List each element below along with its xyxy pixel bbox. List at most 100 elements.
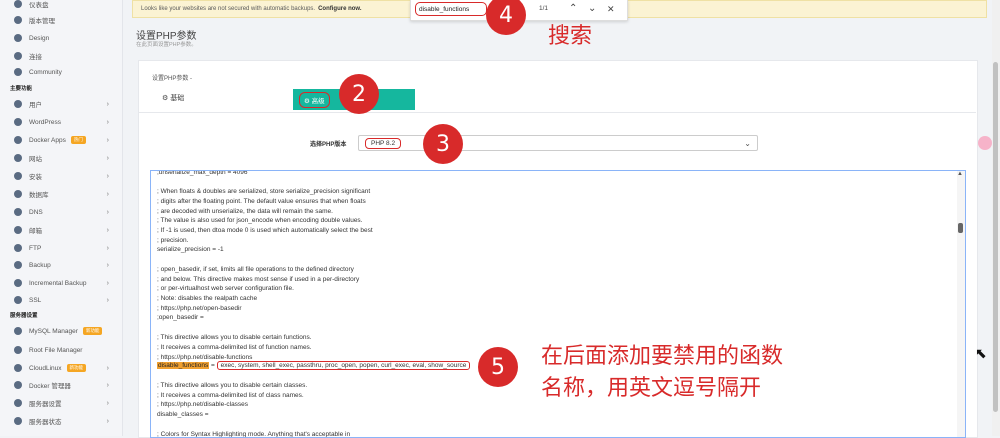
code-line: ; and below. This directive makes most s… [157, 276, 360, 283]
sidebar-item-label: FTP [29, 244, 42, 252]
sidebar-item-label: Backup [29, 261, 51, 269]
dashboard-icon [14, 0, 22, 8]
sidebar-item[interactable]: Incremental Backup › [0, 275, 122, 291]
sidebar-item[interactable]: Docker 管理器 › [0, 377, 122, 393]
docker-icon [14, 136, 22, 144]
sidebar-badge: 新功能 [82, 327, 103, 335]
sidebar-item[interactable]: 邮箱 › [0, 222, 122, 238]
sidebar-item[interactable]: 版本管理 [0, 12, 122, 28]
sidebar-badge: 热门 [70, 136, 86, 144]
sidebar-item-label: DNS [29, 208, 43, 216]
docker-manager-icon [14, 381, 22, 389]
mouse-cursor-icon: ⬉ [975, 345, 987, 361]
mail-icon [14, 226, 22, 234]
sidebar-item[interactable]: Docker Apps 热门 › [0, 132, 122, 148]
scroll-up-icon[interactable]: ▲ [957, 171, 963, 177]
sidebar-item[interactable]: Design [0, 30, 122, 46]
sidebar-item-label: 连接 [29, 54, 42, 61]
sidebar-item-label: 仪表盘 [29, 2, 49, 9]
sidebar-item[interactable]: Backup › [0, 257, 122, 273]
chevron-right-icon: › [106, 118, 109, 126]
code-line: ; This directive allows you to disable c… [157, 382, 308, 389]
sidebar-item[interactable]: MySQL Manager 新功能 [0, 323, 122, 339]
install-icon [14, 172, 22, 180]
editor-scrollbar[interactable]: ▲ [957, 171, 965, 437]
configure-now-link[interactable]: Configure now. [318, 6, 361, 12]
gear-icon: ⚙ [304, 97, 310, 105]
sidebar-item[interactable]: FTP › [0, 240, 122, 256]
disable-functions-line: disable_functions = exec, system, shell_… [157, 361, 471, 370]
dns-icon [14, 208, 22, 216]
tab-basic-label: 基础 [170, 95, 185, 102]
sidebar-item[interactable]: 服务器设置 › [0, 395, 122, 411]
sidebar-item[interactable]: 网站 › [0, 150, 122, 166]
code-line: ; https://php.net/disable-functions [157, 354, 253, 361]
php-version-select[interactable]: PHP 8.2 ⌄ [358, 135, 758, 151]
notice-text: Looks like your websites are not secured… [141, 6, 316, 12]
sidebar-section-heading: 服务器设置 [10, 313, 38, 319]
chevron-right-icon: › [106, 208, 109, 216]
page-scrollbar[interactable] [992, 0, 1000, 436]
globe-icon [14, 154, 22, 162]
sidebar-item-label: Docker 管理器 [29, 383, 71, 390]
card-header: 设置PHP参数 - [152, 76, 193, 82]
sidebar-item-label: 数据库 [29, 192, 49, 199]
code-line: disable_classes = [157, 411, 209, 418]
database-icon [14, 190, 22, 198]
step-3-marker: 3 [423, 124, 463, 164]
chevron-right-icon: › [106, 154, 109, 162]
tab-advanced-label: 高级 [311, 97, 325, 105]
page-scroll-thumb[interactable] [993, 62, 998, 412]
sidebar-item-label: 服务器设置 [29, 401, 62, 408]
tab-basic[interactable]: ⚙ 基础 [162, 93, 184, 103]
users-icon [14, 100, 22, 108]
search-annotation: 搜索 [548, 24, 593, 49]
find-input[interactable]: disable_functions [415, 2, 487, 16]
disable-functions-key: disable_functions [157, 362, 210, 369]
sidebar-item[interactable]: CloudLinux 新功能 › [0, 360, 122, 376]
floating-chat-icon[interactable] [978, 136, 992, 150]
sidebar-item[interactable]: 连接 [0, 48, 122, 64]
sidebar-item-label: Community [29, 68, 62, 76]
close-icon[interactable]: ✕ [607, 3, 615, 15]
chevron-right-icon: › [106, 296, 109, 304]
tab-divider [138, 112, 976, 113]
sidebar-item-label: CloudLinux [29, 364, 62, 372]
sidebar-item[interactable]: 安装 › [0, 168, 122, 184]
chevron-right-icon: › [106, 261, 109, 269]
code-line: ; This directive allows you to disable c… [157, 334, 312, 341]
find-prev-icon[interactable]: ⌃ [569, 3, 577, 15]
community-icon [14, 68, 22, 76]
server-status-icon [14, 417, 22, 425]
sidebar-item[interactable]: WordPress › [0, 114, 122, 130]
instruction-line-2: 名称，用英文逗号隔开 [541, 376, 762, 401]
disable-functions-value[interactable]: exec, system, shell_exec, passthru, proc… [216, 361, 471, 370]
tab-advanced-highlight: ⚙ 高级 [299, 91, 330, 108]
chevron-right-icon: › [106, 417, 109, 425]
sidebar-item[interactable]: 数据库 › [0, 186, 122, 202]
step-2-marker: 2 [339, 74, 379, 114]
code-line: ; open_basedir, if set, limits all file … [157, 266, 354, 273]
sidebar-item-label: 邮箱 [29, 228, 42, 235]
code-line: ; https://php.net/disable-classes [157, 401, 249, 408]
mysql-icon [14, 327, 22, 335]
sidebar-item[interactable]: Community [0, 64, 122, 80]
sidebar-item[interactable]: 仪表盘 [0, 0, 122, 12]
version-icon [14, 16, 22, 24]
code-line: ; are decoded with unserialize, the data… [157, 208, 333, 215]
sidebar-item[interactable]: DNS › [0, 204, 122, 220]
chevron-right-icon: › [106, 244, 109, 252]
chevron-right-icon: › [106, 172, 109, 180]
sidebar-item[interactable]: 服务器状态 › [0, 413, 122, 429]
sidebar-item-label: MySQL Manager [29, 327, 78, 335]
sidebar-item[interactable]: Root File Manager [0, 342, 122, 358]
sidebar-item[interactable]: SSL › [0, 292, 122, 308]
instruction-line-1: 在后面添加要禁用的函数 [541, 344, 784, 369]
chevron-right-icon: › [106, 279, 109, 287]
lock-icon [14, 296, 22, 304]
find-next-icon[interactable]: ⌄ [588, 3, 596, 15]
sidebar-item[interactable]: 用户 › [0, 96, 122, 112]
code-line: ;open_basedir = [157, 314, 204, 321]
sidebar-item-label: 服务器状态 [29, 419, 62, 426]
editor-scroll-thumb[interactable] [958, 223, 963, 233]
